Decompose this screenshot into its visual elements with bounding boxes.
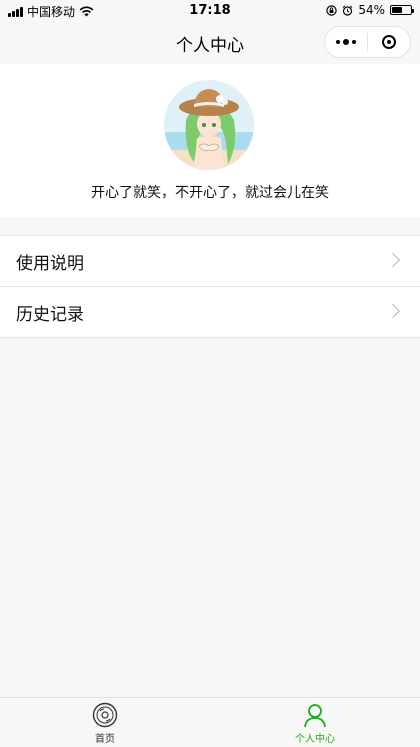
more-dots-icon [336, 39, 356, 45]
chevron-right-icon [385, 252, 401, 268]
nav-bar: 个人中心 [0, 22, 420, 64]
alarm-icon [342, 5, 353, 16]
more-button[interactable] [325, 27, 367, 57]
menu-item-label: 历史记录 [16, 304, 84, 325]
profile-card: 开心了就笑，不开心了，就过会儿在笑 [0, 64, 420, 217]
avatar[interactable] [164, 80, 254, 170]
mini-program-capsule [324, 26, 411, 58]
tab-profile-label: 个人中心 [295, 734, 335, 745]
status-right: 54% [326, 3, 414, 17]
battery-fill [392, 7, 402, 13]
battery-percent: 54% [358, 3, 385, 17]
close-mini-program-button[interactable] [368, 27, 410, 57]
tab-profile[interactable]: 个人中心 [210, 698, 420, 747]
menu-list: 使用说明 历史记录 [0, 235, 420, 338]
target-icon [382, 35, 396, 49]
battery-icon [390, 5, 414, 15]
avatar-illustration [164, 80, 254, 170]
menu-item-instructions[interactable]: 使用说明 [0, 236, 420, 286]
status-bar: 中国移动 17:18 54% [0, 0, 420, 22]
profile-motto: 开心了就笑，不开心了，就过会儿在笑 [91, 185, 329, 201]
person-icon [304, 704, 326, 728]
disc-icon [92, 702, 118, 728]
tab-home-label: 首页 [95, 734, 115, 745]
rotation-lock-icon [326, 4, 338, 16]
menu-item-label: 使用说明 [16, 253, 84, 274]
screen: 中国移动 17:18 54% 个人中心 开心了就笑，不开心了，就过会儿在笑 使用… [0, 0, 420, 747]
tab-home[interactable]: 首页 [0, 698, 210, 747]
chevron-right-icon [385, 303, 401, 319]
menu-item-history[interactable]: 历史记录 [0, 286, 420, 337]
tab-bar: 首页 个人中心 [0, 697, 420, 747]
